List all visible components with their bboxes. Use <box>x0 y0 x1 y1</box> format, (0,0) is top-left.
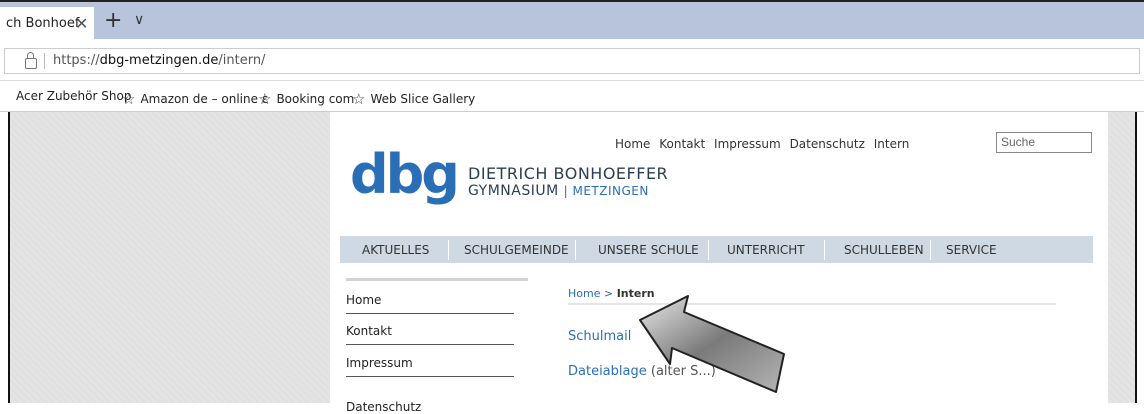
nav-unterricht[interactable]: UNTERRICHT <box>727 243 805 257</box>
divider <box>930 240 931 260</box>
browser-tab[interactable]: ch Bonhoef ✕ <box>0 7 94 41</box>
favorite-webslice[interactable]: ☆ Web Slice Gallery <box>352 89 475 108</box>
divider <box>44 53 45 69</box>
divider <box>575 240 576 260</box>
url-field[interactable]: https://dbg-metzingen.de/intern/ <box>4 48 1140 74</box>
logo-line2: GYMNASIUM | METZINGEN <box>468 183 649 199</box>
favorite-booking[interactable]: ☆ Booking com <box>258 89 354 108</box>
star-icon: ☆ <box>258 90 272 108</box>
tab-bar: ch Bonhoef ✕ + ∨ <box>0 0 1144 41</box>
divider <box>824 240 825 260</box>
link-schulmail[interactable]: Schulmail <box>568 329 631 344</box>
favorites-bar: Acer Zubehör Shop ☆ Amazon de – online ε … <box>0 82 1144 112</box>
tab-title: ch Bonhoef <box>6 16 80 31</box>
topnav-impressum[interactable]: Impressum <box>714 137 781 151</box>
logo-mark[interactable]: dbg <box>350 145 460 205</box>
lock-icon <box>25 52 37 69</box>
topnav-datenschutz[interactable]: Datenschutz <box>790 137 865 151</box>
nav-schulgemeinde[interactable]: SCHULGEMEINDE <box>464 243 569 257</box>
favorite-amazon[interactable]: ☆ Amazon de – online ε <box>122 89 268 108</box>
topnav-home[interactable]: Home <box>615 137 650 151</box>
sidebar-item-impressum[interactable]: Impressum <box>346 345 528 377</box>
nav-unsere-schule[interactable]: UNSERE SCHULE <box>598 243 699 257</box>
favorite-acer[interactable]: Acer Zubehör Shop <box>16 89 131 103</box>
browser-window: ch Bonhoef ✕ + ∨ https://dbg-metzingen.d… <box>0 0 1144 414</box>
search-input[interactable]: Suche <box>996 132 1092 153</box>
nav-schulleben[interactable]: SCHULLEBEN <box>844 243 924 257</box>
annotation-arrow-icon <box>639 295 785 393</box>
topnav-intern[interactable]: Intern <box>874 137 910 151</box>
nav-aktuelles[interactable]: AKTUELLES <box>362 243 429 257</box>
star-icon: ☆ <box>122 90 136 108</box>
sidebar-item-datenschutz[interactable]: Datenschutz <box>346 377 528 414</box>
main-nav: AKTUELLES SCHULGEMEINDE UNSERE SCHULE UN… <box>340 236 1093 263</box>
breadcrumb-home[interactable]: Home <box>568 287 600 300</box>
address-bar: https://dbg-metzingen.de/intern/ <box>0 39 1144 81</box>
close-icon[interactable]: ✕ <box>75 14 88 33</box>
chevron-down-icon[interactable]: ∨ <box>134 12 144 28</box>
sidebar-item-kontakt[interactable]: Kontakt <box>346 314 528 345</box>
new-tab-icon[interactable]: + <box>104 10 122 32</box>
logo-line1: DIETRICH BONHOEFFER <box>468 164 669 183</box>
sidebar-item-home[interactable]: Home <box>346 284 528 314</box>
divider <box>708 240 709 260</box>
divider <box>346 278 528 281</box>
topnav-kontakt[interactable]: Kontakt <box>659 137 705 151</box>
top-nav: Home Kontakt Impressum Datenschutz Inter… <box>615 137 914 151</box>
star-icon: ☆ <box>352 90 366 108</box>
url-text[interactable]: https://dbg-metzingen.de/intern/ <box>53 53 265 68</box>
divider <box>448 240 449 260</box>
nav-service[interactable]: SERVICE <box>946 243 997 257</box>
